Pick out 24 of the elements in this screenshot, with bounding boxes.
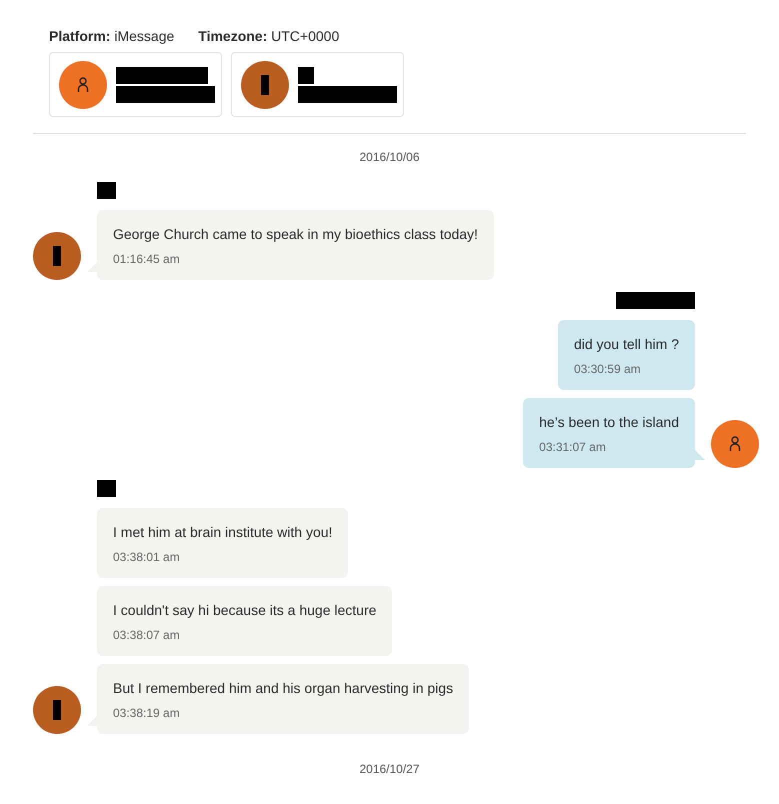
message-time: 03:31:07 am [539, 439, 607, 456]
person-icon [729, 436, 741, 452]
message-text: I couldn't say hi because its a huge lecture [113, 601, 376, 620]
date-divider: 2016/10/06 [359, 149, 420, 166]
message-time: 01:16:45 am [113, 251, 181, 268]
message-time: 03:38:01 am [113, 549, 181, 566]
redaction-bar [53, 700, 61, 720]
redaction-bar [53, 246, 61, 266]
message-time: 03:38:07 am [113, 627, 181, 644]
platform-info: Platform: iMessage [49, 27, 174, 46]
message-text: I met him at brain institute with you! [113, 523, 332, 542]
message-text: But I remembered him and his organ harvesting in pigs [113, 679, 454, 698]
redaction-bar [97, 480, 116, 497]
date-divider: 2016/10/27 [359, 761, 420, 778]
redaction-bar [298, 66, 314, 84]
message-text: did you tell him ? [574, 335, 679, 354]
message-time: 03:38:19 am [113, 705, 181, 722]
message-time: 03:30:59 am [574, 361, 642, 378]
message-text: George Church came to speak in my bioethics class today! [113, 225, 478, 244]
redaction-bar [261, 74, 269, 94]
timezone-info: Timezone: UTC+0000 [198, 27, 340, 46]
message-text: he’s been to the island [539, 413, 679, 432]
redaction-bar [97, 182, 116, 199]
person-icon [77, 76, 89, 92]
